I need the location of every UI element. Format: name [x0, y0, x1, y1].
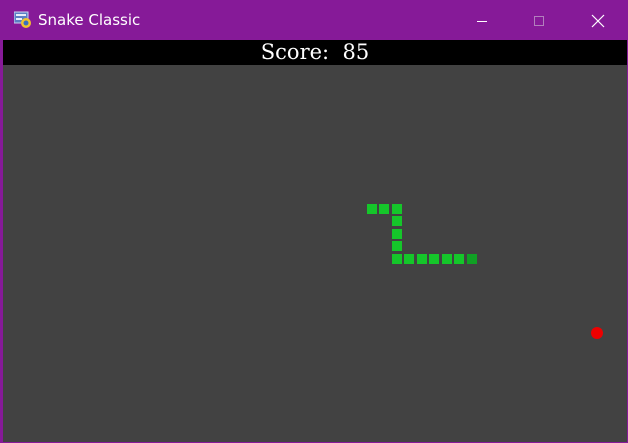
snake-segment: [417, 254, 427, 264]
snake-segment: [392, 229, 402, 239]
snake-segment: [367, 204, 377, 214]
game-window: Snake Classic Score: 85: [0, 0, 628, 443]
title-bar[interactable]: Snake Classic: [1, 1, 628, 40]
snake-segment: [392, 216, 402, 226]
food-apple: [591, 327, 603, 339]
score-value: 85: [342, 40, 370, 64]
window-title: Snake Classic: [38, 11, 141, 29]
close-button[interactable]: [575, 1, 621, 40]
minimize-icon: [477, 20, 487, 22]
score-bar: Score: 85: [3, 40, 627, 65]
snake-head: [467, 254, 477, 264]
close-icon: [591, 14, 605, 27]
snake-segment: [454, 254, 464, 264]
maximize-icon: [534, 15, 544, 26]
minimize-button[interactable]: [459, 1, 505, 40]
score-label: Score:: [260, 40, 330, 64]
snake-segment: [404, 254, 414, 264]
snake-segment: [429, 254, 439, 264]
game-board[interactable]: [3, 65, 627, 442]
snake-segment: [392, 241, 402, 251]
snake-segment: [442, 254, 452, 264]
snake-segment: [392, 204, 402, 214]
maximize-button[interactable]: [516, 1, 562, 40]
snake-segment: [379, 204, 389, 214]
python-app-icon: [13, 11, 32, 29]
snake-segment: [392, 254, 402, 264]
